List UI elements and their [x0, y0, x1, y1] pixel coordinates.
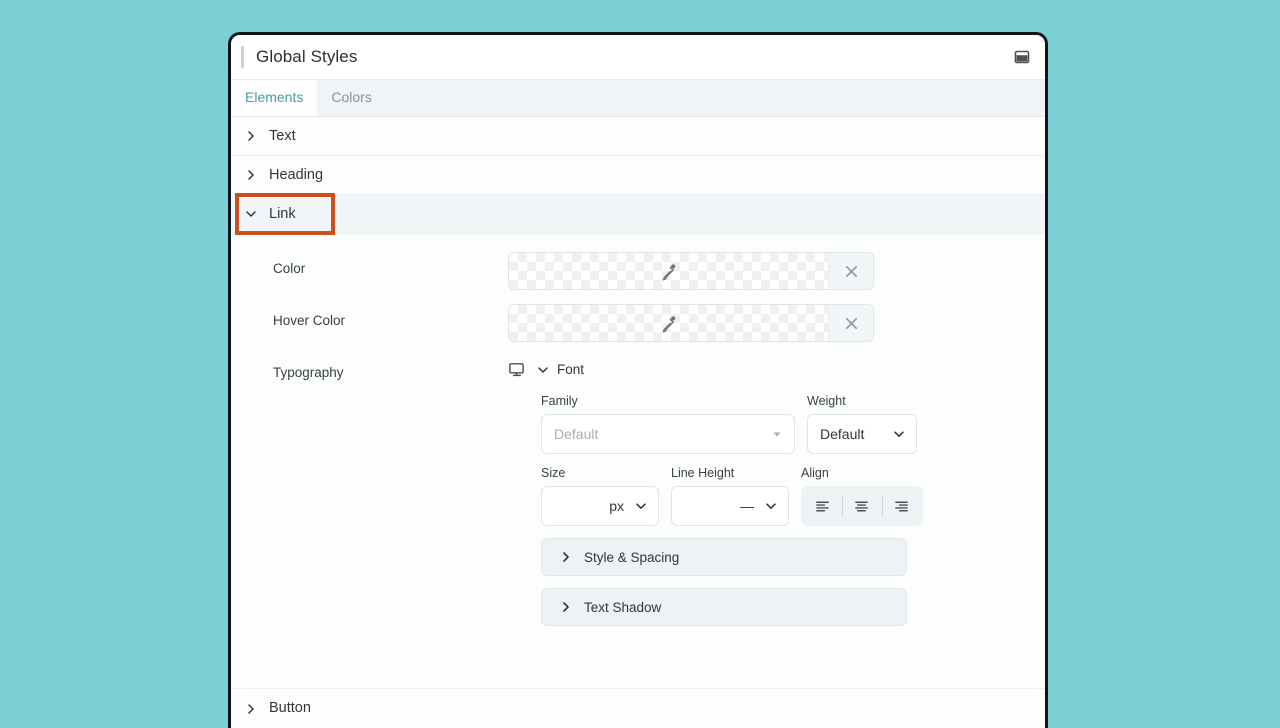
label-line-height: Line Height [671, 466, 789, 480]
label-size: Size [541, 466, 659, 480]
tab-elements[interactable]: Elements [231, 80, 317, 116]
panel-tabs: Elements Colors [231, 80, 1045, 117]
color-swatch-transparent[interactable] [509, 253, 828, 289]
chevron-right-icon [560, 551, 572, 563]
font-group-toggle[interactable]: Font [537, 362, 584, 377]
accordion-label-link: Link [269, 207, 296, 222]
accordion-label-text: Text [269, 129, 296, 144]
field-row-color: Color [231, 252, 1045, 290]
field-line-height: Line Height — [671, 466, 789, 526]
close-x-icon [844, 264, 859, 279]
label-hover-color: Hover Color [273, 304, 508, 328]
chevron-right-icon [243, 701, 259, 717]
font-family-value: Default [554, 426, 770, 442]
field-font-size: Size px [541, 466, 659, 526]
field-row-typography: Typography [231, 356, 1045, 626]
font-weight-value: Default [820, 426, 892, 442]
line-height-input[interactable]: — [671, 486, 789, 526]
global-styles-panel: Global Styles Elements Colors Text [228, 32, 1048, 728]
subpanel-style-and-spacing[interactable]: Style & Spacing [541, 538, 907, 576]
label-typography: Typography [273, 356, 508, 380]
subpanel-label-style-and-spacing: Style & Spacing [584, 550, 679, 565]
close-x-icon [844, 316, 859, 331]
page-title: Global Styles [256, 47, 1013, 67]
field-row-hover-color: Hover Color [231, 304, 1045, 342]
clear-color-button[interactable] [828, 253, 873, 289]
link-settings-section: Color [231, 234, 1045, 689]
chevron-right-icon [560, 601, 572, 613]
align-center-icon[interactable] [842, 486, 881, 526]
accordion-bottom: Button [231, 689, 1045, 728]
desktop-monitor-icon[interactable] [508, 361, 525, 378]
accordion-row-button[interactable]: Button [231, 689, 1045, 728]
chevron-down-icon[interactable] [764, 500, 778, 512]
font-family-select[interactable]: Default [541, 414, 795, 454]
chevron-down-icon [892, 428, 906, 440]
accordion-row-heading[interactable]: Heading [231, 156, 1045, 195]
label-align: Align [801, 466, 923, 480]
chevron-down-icon [243, 206, 259, 222]
font-group-label: Font [557, 362, 584, 377]
clear-hover-color-button[interactable] [828, 305, 873, 341]
panel-body: Text Heading Link Color [231, 117, 1045, 728]
accordion-row-text[interactable]: Text [231, 117, 1045, 156]
panel-titlebar: Global Styles [231, 35, 1045, 80]
accordion-label-button: Button [269, 701, 311, 716]
color-picker-color[interactable] [508, 252, 874, 290]
triangle-down-icon [770, 429, 784, 439]
drag-handle[interactable] [241, 46, 244, 68]
label-color: Color [273, 252, 508, 276]
line-height-unit: — [684, 498, 764, 514]
color-swatch-transparent[interactable] [509, 305, 828, 341]
align-left-icon[interactable] [803, 486, 842, 526]
field-font-family: Family Default [541, 394, 795, 454]
accordion-row-link[interactable]: Link [231, 195, 1045, 234]
align-right-icon[interactable] [882, 486, 921, 526]
subpanel-label-text-shadow: Text Shadow [584, 600, 661, 615]
size-lineheight-align-row: Size px Line Height [541, 466, 1045, 526]
text-align-group [801, 486, 923, 526]
tab-colors-label: Colors [331, 89, 371, 105]
typography-header: Font [508, 356, 1045, 380]
chevron-right-icon [243, 128, 259, 144]
font-weight-select[interactable]: Default [807, 414, 917, 454]
typography-controls: Family Default Weight [508, 394, 1045, 626]
chevron-down-icon [537, 364, 549, 376]
chevron-down-icon[interactable] [634, 500, 648, 512]
color-picker-hover-color[interactable] [508, 304, 874, 342]
accordion-label-heading: Heading [269, 168, 323, 183]
field-text-align: Align [801, 466, 923, 526]
tab-colors[interactable]: Colors [317, 80, 385, 116]
tab-elements-label: Elements [245, 89, 303, 105]
font-size-input[interactable]: px [541, 486, 659, 526]
label-family: Family [541, 394, 795, 408]
subpanel-text-shadow[interactable]: Text Shadow [541, 588, 907, 626]
eyedropper-icon [659, 262, 678, 281]
eyedropper-icon [659, 314, 678, 333]
family-weight-row: Family Default Weight [541, 394, 1045, 454]
window-panel-icon[interactable] [1013, 48, 1031, 66]
field-font-weight: Weight Default [807, 394, 917, 454]
font-size-unit: px [554, 498, 634, 514]
chevron-right-icon [243, 167, 259, 183]
label-weight: Weight [807, 394, 917, 408]
